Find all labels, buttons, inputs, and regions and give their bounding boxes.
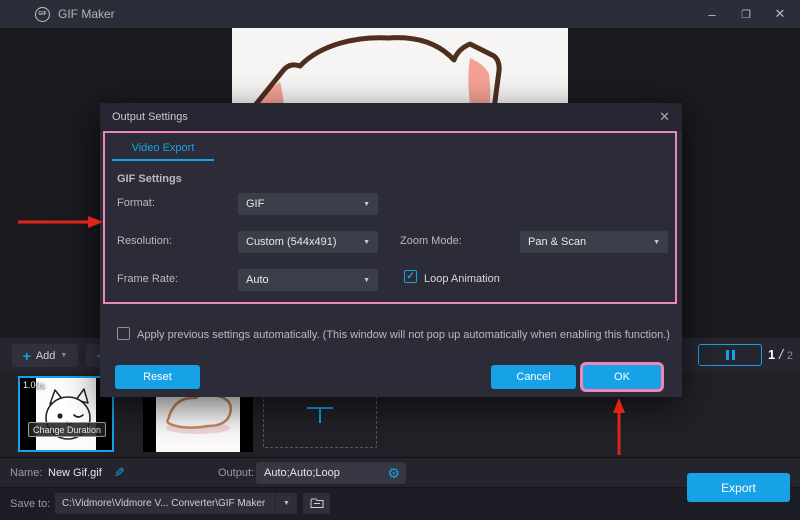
output-settings-field[interactable]: Auto;Auto;Loop ⚙ bbox=[256, 462, 406, 484]
plus-icon: + bbox=[23, 349, 31, 363]
app-logo-icon: GIF bbox=[35, 7, 50, 22]
zoom-mode-label: Zoom Mode: bbox=[400, 235, 462, 247]
apply-previous-label: Apply previous settings automatically. (… bbox=[137, 329, 670, 341]
text-insert-icon bbox=[307, 407, 333, 423]
output-settings-dialog: Output Settings ✕ Video Export GIF Setti… bbox=[100, 103, 682, 397]
save-path-dropdown[interactable]: C:\Vidmore\Vidmore V... Converter\GIF Ma… bbox=[55, 493, 297, 514]
gif-settings-heading: GIF Settings bbox=[117, 173, 182, 185]
save-path-value: C:\Vidmore\Vidmore V... Converter\GIF Ma… bbox=[55, 498, 275, 509]
output-info-bar: Name: New Gif.gif ✎ Output: Auto;Auto;Lo… bbox=[0, 458, 800, 488]
frame-rate-dropdown[interactable]: Auto ▼ bbox=[238, 269, 378, 291]
format-dropdown[interactable]: GIF ▼ bbox=[238, 193, 378, 215]
cancel-button[interactable]: Cancel bbox=[491, 365, 576, 389]
save-to-label: Save to: bbox=[10, 498, 50, 510]
reset-button[interactable]: Reset bbox=[115, 365, 200, 389]
chevron-down-icon: ▼ bbox=[363, 277, 370, 284]
folder-icon bbox=[310, 498, 324, 509]
pause-icon bbox=[726, 350, 729, 360]
frame-rate-value: Auto bbox=[246, 274, 363, 286]
page-indicator: 1 / 2 bbox=[768, 346, 793, 362]
tab-video-export[interactable]: Video Export bbox=[112, 137, 214, 159]
zoom-mode-dropdown[interactable]: Pan & Scan ▼ bbox=[520, 231, 668, 253]
loop-animation-checkbox[interactable]: ✓ bbox=[404, 270, 417, 283]
page-separator: / bbox=[775, 346, 787, 362]
dialog-close-icon[interactable]: ✕ bbox=[659, 109, 670, 125]
add-label: Add bbox=[36, 350, 56, 362]
chevron-down-icon: ▼ bbox=[60, 352, 67, 359]
add-frame-button[interactable]: + Add ▼ bbox=[12, 344, 78, 367]
frame-rate-label: Frame Rate: bbox=[117, 273, 178, 285]
title-bar: GIF GIF Maker – ❐ ✕ bbox=[0, 0, 800, 28]
active-tab-underline bbox=[112, 159, 214, 161]
chevron-down-icon: ▼ bbox=[653, 239, 660, 246]
gear-icon[interactable]: ⚙ bbox=[387, 466, 400, 480]
open-folder-button[interactable] bbox=[303, 493, 330, 514]
ok-button[interactable]: OK bbox=[583, 365, 661, 389]
output-label: Output: bbox=[218, 467, 254, 479]
name-label: Name: bbox=[10, 467, 42, 479]
resolution-label: Resolution: bbox=[117, 235, 172, 247]
dialog-header: Output Settings ✕ bbox=[100, 103, 682, 131]
format-value: GIF bbox=[246, 198, 363, 210]
output-settings-value: Auto;Auto;Loop bbox=[264, 467, 387, 479]
apply-previous-checkbox[interactable] bbox=[117, 327, 130, 340]
loop-animation-label: Loop Animation bbox=[424, 273, 500, 285]
dialog-title: Output Settings bbox=[112, 111, 188, 123]
minimize-button[interactable]: – bbox=[702, 4, 722, 24]
chevron-down-icon[interactable]: ▼ bbox=[275, 493, 297, 514]
file-name-value: New Gif.gif bbox=[48, 467, 102, 479]
chevron-down-icon: ▼ bbox=[363, 201, 370, 208]
export-button[interactable]: Export bbox=[687, 473, 790, 502]
zoom-mode-value: Pan & Scan bbox=[528, 236, 653, 248]
frame-duration-label: 1.00s bbox=[23, 380, 45, 390]
change-duration-button[interactable]: Change Duration bbox=[28, 422, 106, 437]
chevron-down-icon: ▼ bbox=[363, 239, 370, 246]
pause-icon bbox=[732, 350, 735, 360]
pause-button[interactable] bbox=[698, 344, 762, 366]
format-label: Format: bbox=[117, 197, 155, 209]
maximize-button[interactable]: ❐ bbox=[736, 4, 756, 24]
close-button[interactable]: ✕ bbox=[770, 4, 790, 24]
edit-pencil-icon[interactable]: ✎ bbox=[114, 465, 125, 481]
save-bar: Save to: C:\Vidmore\Vidmore V... Convert… bbox=[0, 488, 800, 520]
resolution-value: Custom (544x491) bbox=[246, 236, 363, 248]
page-total: 2 bbox=[787, 350, 793, 362]
window-title: GIF Maker bbox=[58, 7, 115, 21]
resolution-dropdown[interactable]: Custom (544x491) ▼ bbox=[238, 231, 378, 253]
